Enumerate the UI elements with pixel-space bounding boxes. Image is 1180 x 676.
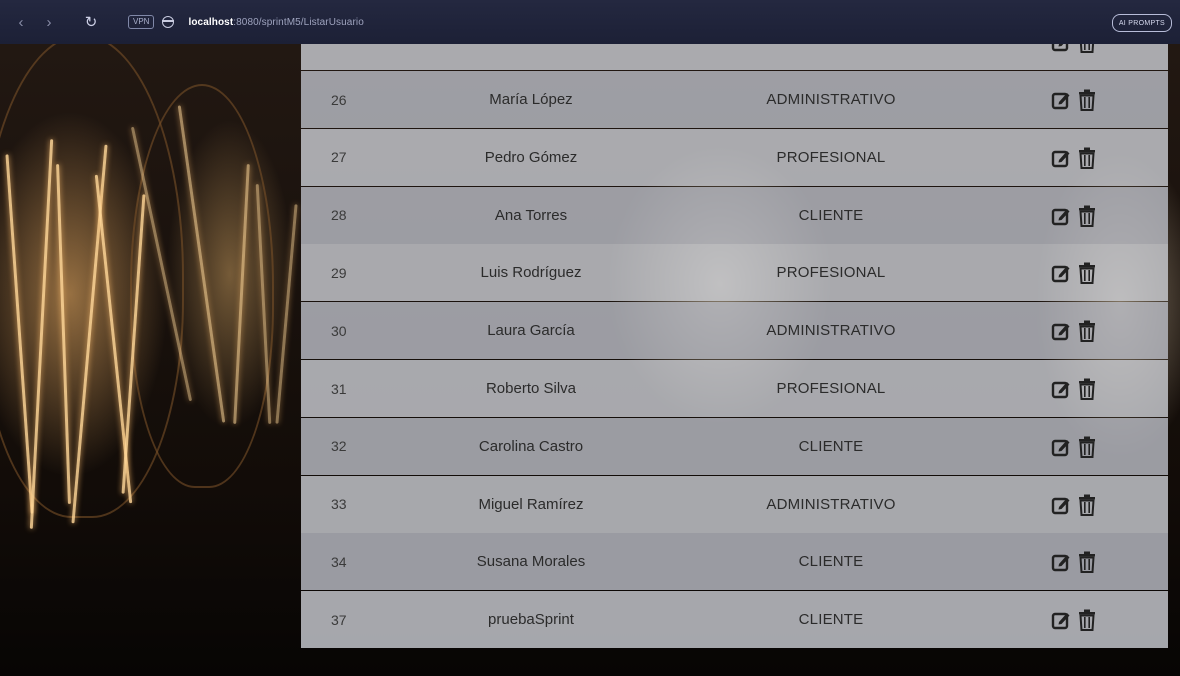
users-table: 26 María López ADMINISTRATIVO 27 Pedro G…: [301, 44, 1168, 653]
user-name: Carolina Castro: [478, 437, 584, 455]
table-row: 33 Miguel Ramírez ADMINISTRATIVO: [301, 475, 1168, 533]
trash-icon[interactable]: [1076, 88, 1098, 112]
trash-icon[interactable]: [1076, 435, 1098, 459]
edit-icon[interactable]: [1050, 493, 1072, 517]
reload-icon[interactable]: ↻: [80, 11, 102, 33]
user-role: PROFESIONAL: [776, 148, 886, 166]
table-row: 29 Luis Rodríguez PROFESIONAL: [301, 244, 1168, 302]
trash-icon[interactable]: [1076, 608, 1098, 632]
user-id: 31: [331, 380, 347, 397]
user-name: Laura García: [487, 322, 575, 340]
user-role: PROFESIONAL: [776, 264, 886, 282]
table-row: 28 Ana Torres CLIENTE: [301, 186, 1168, 244]
edit-icon[interactable]: [1050, 44, 1072, 54]
address-bar[interactable]: localhost:8080/sprintM5/ListarUsuario: [188, 17, 363, 28]
user-id: 27: [331, 149, 347, 166]
row-actions: [1050, 204, 1098, 228]
vpn-badge[interactable]: VPN: [128, 15, 155, 29]
trash-icon[interactable]: [1076, 550, 1098, 574]
row-actions: [1050, 608, 1098, 632]
trash-icon[interactable]: [1076, 44, 1098, 54]
edit-icon[interactable]: [1050, 261, 1072, 285]
user-name: pruebaSprint: [488, 611, 574, 629]
table-row: 32 Carolina Castro CLIENTE: [301, 417, 1168, 475]
user-name: Ana Torres: [494, 206, 568, 224]
user-name: Luis Rodríguez: [480, 264, 582, 282]
row-actions: [1050, 88, 1098, 112]
edit-icon[interactable]: [1050, 88, 1072, 112]
browser-toolbar: ‹ › ↻ VPN localhost:8080/sprintM5/Listar…: [0, 0, 1180, 44]
user-id: 26: [331, 91, 347, 108]
trash-icon[interactable]: [1076, 493, 1098, 517]
edit-icon[interactable]: [1050, 319, 1072, 343]
row-actions: [1050, 550, 1098, 574]
user-role: ADMINISTRATIVO: [766, 91, 896, 108]
url-host: localhost: [188, 16, 234, 28]
user-name: Miguel Ramírez: [478, 495, 584, 513]
trash-icon[interactable]: [1076, 319, 1098, 343]
row-actions: [1050, 377, 1098, 401]
edit-icon[interactable]: [1050, 550, 1072, 574]
user-role: CLIENTE: [798, 206, 864, 224]
user-role: CLIENTE: [798, 611, 864, 629]
extension-button[interactable]: AI PROMPTS: [1111, 14, 1172, 32]
user-id: 32: [331, 438, 347, 455]
trash-icon[interactable]: [1076, 204, 1098, 228]
user-id: 33: [331, 496, 347, 513]
user-id: 30: [331, 322, 347, 339]
user-name: Roberto Silva: [485, 380, 577, 397]
row-actions: [1050, 261, 1098, 285]
trash-icon[interactable]: [1076, 377, 1098, 401]
trash-icon[interactable]: [1076, 261, 1098, 285]
back-icon[interactable]: ‹: [10, 11, 32, 33]
user-name: María López: [489, 91, 573, 108]
row-actions: [1050, 146, 1098, 170]
edit-icon[interactable]: [1050, 608, 1072, 632]
url-path: :8080/sprintM5/ListarUsuario: [233, 16, 364, 28]
forward-icon[interactable]: ›: [38, 11, 60, 33]
user-role: CLIENTE: [798, 437, 864, 455]
user-role: ADMINISTRATIVO: [766, 322, 896, 340]
table-row: 31 Roberto Silva PROFESIONAL: [301, 360, 1168, 417]
edit-icon[interactable]: [1050, 377, 1072, 401]
user-role: ADMINISTRATIVO: [766, 495, 896, 513]
user-role: PROFESIONAL: [776, 380, 886, 397]
table-row: 37 pruebaSprint CLIENTE: [301, 591, 1168, 649]
user-name: Susana Morales: [476, 553, 586, 571]
row-actions: [1050, 319, 1098, 343]
table-row: 30 Laura García ADMINISTRATIVO: [301, 302, 1168, 360]
table-row: 26 María López ADMINISTRATIVO: [301, 71, 1168, 128]
edit-icon[interactable]: [1050, 435, 1072, 459]
user-id: 29: [331, 264, 347, 281]
user-role: CLIENTE: [798, 553, 864, 571]
row-actions: [1050, 435, 1098, 459]
row-actions: [1050, 44, 1098, 54]
table-row: 34 Susana Morales CLIENTE: [301, 533, 1168, 591]
table-row: [301, 44, 1168, 70]
table-row: 27 Pedro Gómez PROFESIONAL: [301, 128, 1168, 186]
user-id: 28: [331, 207, 347, 224]
row-actions: [1050, 493, 1098, 517]
edit-icon[interactable]: [1050, 204, 1072, 228]
user-name: Pedro Gómez: [484, 148, 578, 166]
edit-icon[interactable]: [1050, 146, 1072, 170]
trash-icon[interactable]: [1076, 146, 1098, 170]
site-info-icon[interactable]: [162, 16, 175, 28]
user-id: 34: [331, 553, 347, 570]
user-id: 37: [331, 611, 347, 628]
